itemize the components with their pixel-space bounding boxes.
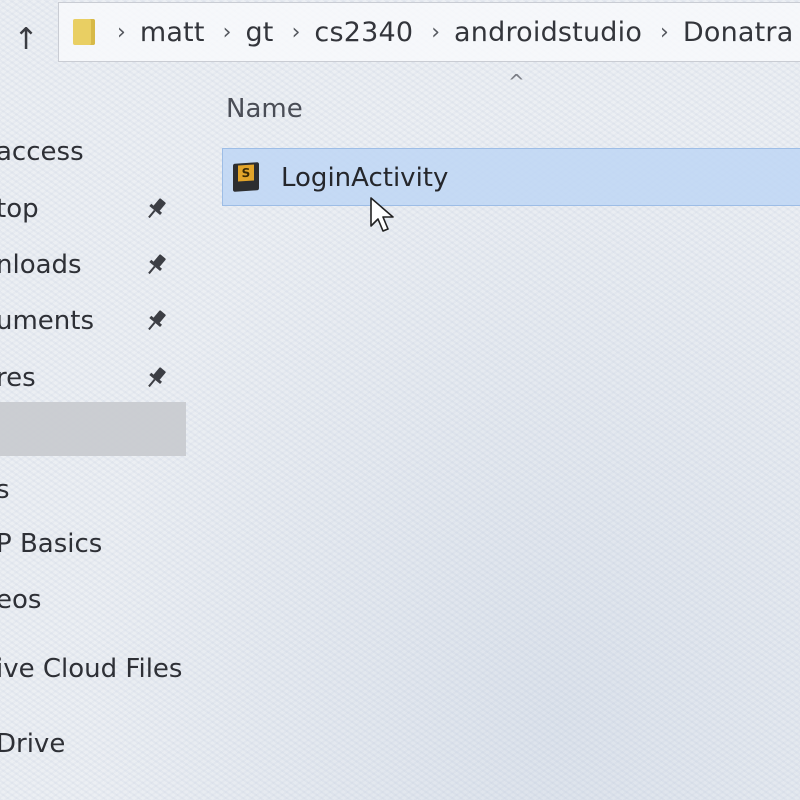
sidebar-item-label: Drive	[0, 729, 66, 759]
pin-icon[interactable]	[142, 364, 170, 392]
address-bar[interactable]: › matt › gt › cs2340 › androidstudio › D…	[58, 2, 800, 62]
sidebar-item-quick-access[interactable]: access	[0, 130, 186, 174]
chevron-right-icon[interactable]: ›	[431, 20, 440, 45]
pin-icon[interactable]	[142, 195, 170, 223]
sidebar-item-label: ive Cloud Files	[0, 654, 183, 684]
file-name[interactable]: LoginActivity	[281, 163, 448, 193]
chevron-right-icon[interactable]: ›	[223, 20, 232, 45]
breadcrumb-cs2340[interactable]: cs2340	[314, 17, 413, 48]
sidebar-item-cloud-files[interactable]: ive Cloud Files	[0, 647, 186, 691]
sidebar-item-label: uments	[0, 306, 95, 336]
breadcrumb-androidstudio[interactable]: androidstudio	[454, 17, 642, 48]
sidebar-item-s[interactable]: s	[0, 468, 186, 512]
chevron-right-icon[interactable]: ›	[292, 20, 301, 45]
pin-icon[interactable]	[142, 307, 170, 335]
sidebar-item-label: res	[0, 363, 36, 393]
sidebar-item-p-basics[interactable]: P Basics	[0, 522, 186, 566]
breadcrumb-gt[interactable]: gt	[245, 17, 273, 48]
column-header-name[interactable]: Name	[226, 94, 303, 124]
mouse-pointer-icon	[370, 197, 394, 232]
sidebar-item-label: eos	[0, 585, 42, 615]
chevron-right-icon[interactable]: ›	[660, 20, 669, 45]
sidebar-item-label: P Basics	[0, 529, 103, 559]
sidebar-item-desktop[interactable]: top	[0, 187, 186, 231]
sidebar-item-downloads[interactable]: nloads	[0, 243, 186, 287]
sidebar-item-documents[interactable]: uments	[0, 299, 186, 343]
file-icon-letter: S	[238, 164, 254, 182]
sidebar-item-selected[interactable]	[0, 402, 186, 456]
chevron-right-icon[interactable]: ›	[117, 20, 126, 45]
sort-ascending-icon: ^	[508, 70, 525, 94]
folder-icon	[73, 19, 95, 45]
breadcrumb-matt[interactable]: matt	[140, 17, 205, 48]
sidebar-item-label: s	[0, 475, 10, 505]
sidebar-item-label: nloads	[0, 250, 82, 280]
pin-icon[interactable]	[142, 251, 170, 279]
sidebar-item-pictures[interactable]: res	[0, 356, 186, 400]
file-row-loginactivity[interactable]: S LoginActivity	[222, 148, 800, 206]
sidebar-item-label: access	[0, 137, 84, 167]
up-arrow-icon[interactable]: ↑	[8, 20, 44, 60]
sidebar-item-label: top	[0, 194, 39, 224]
script-file-icon: S	[233, 162, 259, 192]
sidebar-item-drive[interactable]: Drive	[0, 722, 186, 766]
sidebar-item-videos[interactable]: eos	[0, 578, 186, 622]
breadcrumb-donatra[interactable]: Donatra	[683, 17, 794, 48]
